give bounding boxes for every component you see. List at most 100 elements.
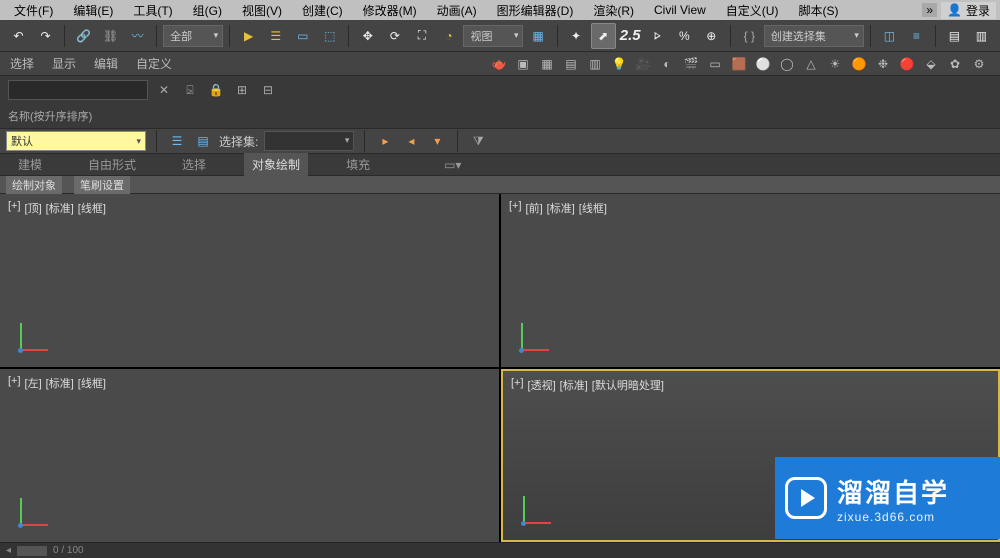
watermark-url: zixue.3d66.com [837, 510, 949, 524]
red-sphere-icon[interactable]: 🔴 [896, 53, 918, 75]
teapot-icon[interactable]: 🫖 [488, 53, 510, 75]
bread-icon[interactable]: 🟫 [728, 53, 750, 75]
name-search-input[interactable] [8, 80, 148, 100]
clear-search-icon[interactable]: ✕ [154, 80, 174, 100]
ribbon-tab-fill[interactable]: 填充 [338, 153, 378, 176]
snap-toggle-icon[interactable]: ⬈ [591, 23, 616, 49]
lock-icon[interactable]: 🔒 [206, 80, 226, 100]
slate-icon[interactable]: 🎬 [680, 53, 702, 75]
viewport-top[interactable]: [+][顶][标准][线框] [0, 194, 499, 367]
panel-3-icon[interactable]: ▤ [560, 53, 582, 75]
plane-icon[interactable]: ▭ [704, 53, 726, 75]
named-selection-combo[interactable]: 创建选择集 [764, 25, 864, 47]
curve-editor-icon[interactable]: ▥ [969, 23, 994, 49]
layers-stack-icon[interactable]: ☰ [167, 131, 187, 151]
subribbon-paint[interactable]: 绘制对象 [6, 176, 62, 194]
move-icon[interactable]: ✥ [355, 23, 380, 49]
viewport-front[interactable]: [+][前][标准][线框] [501, 194, 1000, 367]
menu-overflow-icon[interactable]: » [922, 3, 937, 17]
filter-search-icon[interactable]: ⍄ [180, 80, 200, 100]
subtab-display[interactable]: 显示 [52, 55, 76, 72]
gear-icon[interactable]: ⚙ [968, 53, 990, 75]
plant-icon[interactable]: ✿ [944, 53, 966, 75]
menu-file[interactable]: 文件(F) [4, 2, 63, 19]
select-window-icon[interactable]: ⬚ [317, 23, 342, 49]
spinner-snap-icon[interactable]: ⊕ [699, 23, 724, 49]
ref-coord-combo[interactable]: 视图 [463, 25, 523, 47]
sun-icon[interactable]: ☀ [824, 53, 846, 75]
remove-sel-icon[interactable]: ◂ [401, 131, 421, 151]
select-rect-icon[interactable]: ▭ [290, 23, 315, 49]
mirror-icon[interactable]: ◫ [877, 23, 902, 49]
add-sel-icon[interactable]: ▸ [375, 131, 395, 151]
sphere-icon[interactable]: ⚪ [752, 53, 774, 75]
viewport-left[interactable]: [+][左][标准][线框] [0, 369, 499, 542]
particles-icon[interactable]: ❉ [872, 53, 894, 75]
menu-view[interactable]: 视图(V) [232, 2, 292, 19]
ribbon-tab-select[interactable]: 选择 [174, 153, 214, 176]
tree-2-icon[interactable]: ⊟ [258, 80, 278, 100]
bind-space-icon[interactable]: 〰 [125, 23, 150, 49]
menu-render[interactable]: 渲染(R) [583, 2, 644, 19]
slider-thumb[interactable] [17, 546, 47, 556]
gizmo-icon [515, 317, 555, 357]
login-button[interactable]: 👤 登录 [941, 2, 996, 19]
menu-tools[interactable]: 工具(T) [123, 2, 182, 19]
selection-filter-combo[interactable]: 全部 [163, 25, 223, 47]
funnel-icon[interactable]: ⧩ [468, 131, 488, 151]
cone-icon[interactable]: △ [800, 53, 822, 75]
snap-25-icon[interactable]: 2.5 [618, 23, 643, 49]
ribbon-tab-model[interactable]: 建模 [10, 153, 50, 176]
default-layer-combo[interactable]: 默认 [6, 131, 146, 151]
subtab-select[interactable]: 选择 [10, 55, 34, 72]
light-1-icon[interactable]: 💡 [608, 53, 630, 75]
selection-set-combo[interactable] [264, 131, 354, 151]
menu-anim[interactable]: 动画(A) [427, 2, 487, 19]
manipulate-icon[interactable]: ✦ [564, 23, 589, 49]
link-icon[interactable]: 🔗 [71, 23, 96, 49]
menu-script[interactable]: 脚本(S) [788, 2, 848, 19]
subribbon-brush[interactable]: 笔刷设置 [74, 176, 130, 194]
camera-icon[interactable]: 🎥 [632, 53, 654, 75]
select-name-icon[interactable]: ☰ [263, 23, 288, 49]
undo-icon[interactable]: ↶ [6, 23, 31, 49]
menu-create[interactable]: 创建(C) [292, 2, 353, 19]
ribbon-tab-freeform[interactable]: 自由形式 [80, 153, 144, 176]
pivot-center-icon[interactable]: ▦ [525, 23, 550, 49]
menu-custom[interactable]: 自定义(U) [716, 2, 789, 19]
layer-props-icon[interactable]: ▤ [193, 131, 213, 151]
panel-1-icon[interactable]: ▣ [512, 53, 534, 75]
viewport-front-label: [+][前][标准][线框] [509, 200, 607, 216]
named-sets-icon[interactable]: { } [737, 23, 762, 49]
menu-modifier[interactable]: 修改器(M) [353, 2, 427, 19]
redo-icon[interactable]: ↷ [33, 23, 58, 49]
align-icon[interactable]: ≡ [904, 23, 929, 49]
tree-1-icon[interactable]: ⊞ [232, 80, 252, 100]
moon-icon[interactable]: ◐ [656, 53, 678, 75]
scale-icon[interactable]: ⛶ [409, 23, 434, 49]
menu-group[interactable]: 组(G) [183, 2, 232, 19]
subtab-custom[interactable]: 自定义 [136, 55, 172, 72]
percent-snap-icon[interactable]: % [672, 23, 697, 49]
ball-icon[interactable]: 🟠 [848, 53, 870, 75]
panel-2-icon[interactable]: ▦ [536, 53, 558, 75]
panel-4-icon[interactable]: ▥ [584, 53, 606, 75]
layer-explorer-icon[interactable]: ▤ [942, 23, 967, 49]
ribbon-mini-icon[interactable]: ▭▾ [436, 155, 469, 175]
placement-icon[interactable]: ◔ [436, 23, 461, 49]
slider-left-icon[interactable]: ◂ [6, 545, 11, 556]
menu-graph[interactable]: 图形编辑器(D) [487, 2, 584, 19]
select-arrow-icon[interactable]: ▶ [236, 23, 261, 49]
menu-civil[interactable]: Civil View [644, 3, 716, 17]
pyramid-icon[interactable]: ⬙ [920, 53, 942, 75]
torus-icon[interactable]: ◯ [776, 53, 798, 75]
ribbon-tab-objpaint[interactable]: 对象绘制 [244, 153, 308, 176]
subtab-edit[interactable]: 编辑 [94, 55, 118, 72]
unlink-icon[interactable]: ⛓ [98, 23, 123, 49]
menu-edit[interactable]: 编辑(E) [63, 2, 123, 19]
angle-snap-icon[interactable]: ⦠ [645, 23, 670, 49]
highlight-sel-icon[interactable]: ▾ [427, 131, 447, 151]
default-row: 默认 ☰ ▤ 选择集: ▸ ◂ ▾ ⧩ [0, 128, 1000, 154]
rotate-icon[interactable]: ⟳ [382, 23, 407, 49]
time-slider-bar[interactable]: ◂ 0 / 100 [0, 542, 1000, 558]
